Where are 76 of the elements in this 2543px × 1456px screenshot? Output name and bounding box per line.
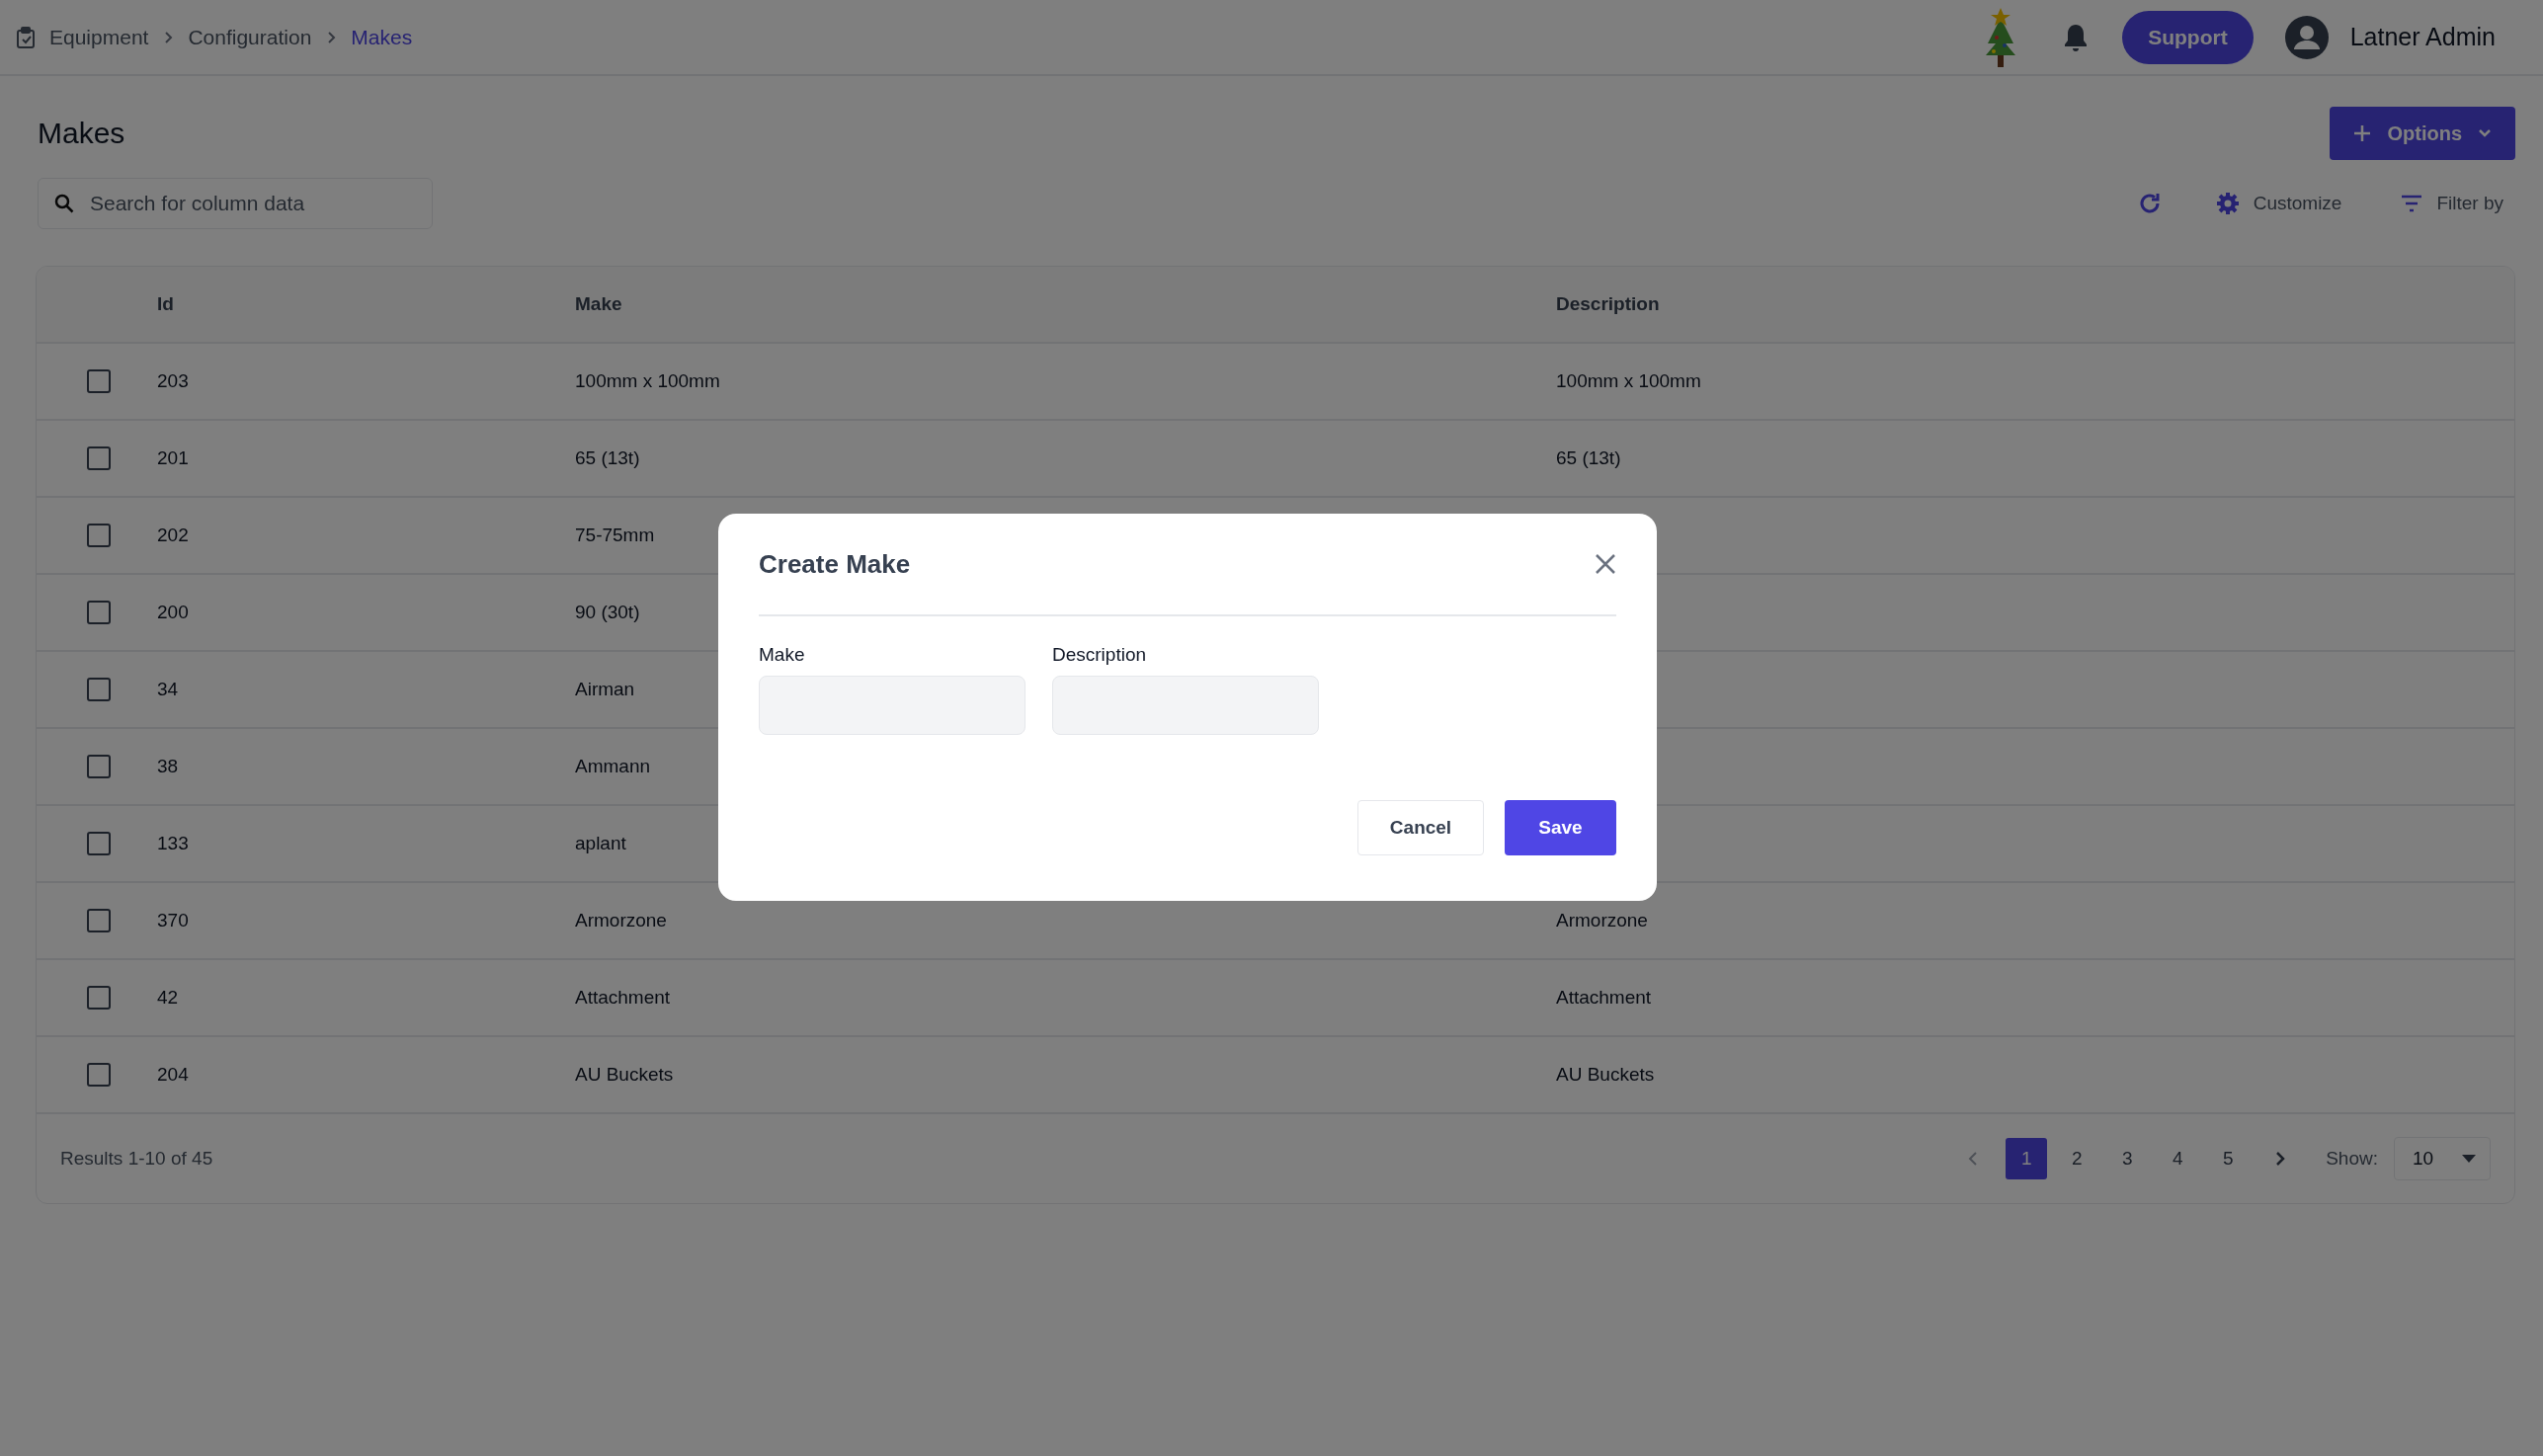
page-button[interactable]: 5 [2207, 1138, 2250, 1179]
page-button[interactable]: 4 [2157, 1138, 2199, 1179]
user-avatar-icon[interactable] [2284, 15, 2329, 59]
caret-down-icon [2462, 1155, 2476, 1163]
filter-button[interactable]: Filter by [2395, 192, 2509, 215]
page-button[interactable]: 2 [2056, 1138, 2098, 1179]
plus-icon [2353, 124, 2372, 142]
table-cell-text: 65 (13t) [1556, 447, 1622, 469]
row-checkbox[interactable] [87, 909, 111, 932]
breadcrumb-link[interactable]: Equipment [49, 25, 149, 49]
table-cell-text: aplant [575, 833, 627, 854]
row-checkbox[interactable] [87, 986, 111, 1010]
chevron-down-icon [2478, 128, 2492, 138]
input-field[interactable] [759, 676, 1025, 735]
breadcrumb-link[interactable]: Configuration [188, 25, 312, 49]
field-label: Description [1052, 644, 1148, 666]
show-label: Show: [2326, 1148, 2378, 1170]
table-cell-text: Armorzone [1556, 910, 1649, 931]
chevron-right-icon [325, 30, 338, 44]
column-header: Make [575, 293, 623, 315]
search-icon [54, 194, 74, 213]
customize-button[interactable]: Customize [2209, 191, 2348, 216]
save-button[interactable]: Save [1505, 800, 1616, 855]
support-button[interactable]: Support [2122, 10, 2254, 64]
row-checkbox[interactable] [87, 369, 111, 393]
row-checkbox[interactable] [87, 524, 111, 547]
table-cell-text: Airman [575, 679, 636, 700]
table-cell-text: 42 [157, 987, 180, 1009]
bell-icon[interactable] [2063, 22, 2090, 52]
table-cell-text: 38 [157, 756, 180, 777]
table-cell-text: 133 [157, 833, 190, 854]
breadcrumb-link[interactable]: Makes [351, 25, 413, 49]
field-label: Make [759, 644, 806, 666]
input-field[interactable] [1052, 676, 1319, 735]
modal-title: Create Make [759, 548, 911, 580]
options-button[interactable]: Options [2330, 107, 2515, 160]
table-cell-text: 203 [157, 370, 190, 392]
table-cell-text: Ammann [575, 756, 652, 777]
row-checkbox[interactable] [87, 678, 111, 701]
table-cell-text: 90 (30t) [575, 602, 641, 623]
row-checkbox[interactable] [87, 446, 111, 470]
row-checkbox[interactable] [87, 755, 111, 778]
page-button[interactable]: 1 [2006, 1138, 2048, 1179]
table-cell-text: 200 [157, 602, 190, 623]
search-field[interactable]: Search for column data [38, 178, 433, 229]
table-cell-text: AU Buckets [575, 1064, 675, 1086]
table-cell-text: 204 [157, 1064, 190, 1086]
results-count: Results 1-10 of 45 [60, 1148, 213, 1170]
table-cell-text: 201 [157, 447, 190, 469]
chevron-right-icon [162, 30, 175, 44]
table-cell-text: AU Buckets [1556, 1064, 1656, 1086]
filter-icon [2401, 195, 2423, 212]
column-header: Description [1556, 293, 1661, 315]
clipboard-check-icon [16, 26, 36, 48]
cancel-button[interactable]: Cancel [1357, 800, 1484, 855]
row-checkbox[interactable] [87, 1063, 111, 1087]
row-checkbox[interactable] [87, 832, 111, 855]
page-size-select[interactable]: 10 [2394, 1137, 2491, 1180]
table-cell-text: 202 [157, 525, 190, 546]
table-cell-text: 370 [157, 910, 190, 931]
table-cell-text: Attachment [575, 987, 672, 1009]
gear-icon [2215, 192, 2240, 215]
row-checkbox[interactable] [87, 601, 111, 624]
table-cell-text: Armorzone [575, 910, 668, 931]
table-cell-text: 65 (13t) [575, 447, 641, 469]
page-button[interactable]: 3 [2106, 1138, 2149, 1179]
column-header: Id [157, 293, 175, 315]
table-cell-text: Attachment [1556, 987, 1653, 1009]
table-cell-text: 100mm x 100mm [1556, 370, 1702, 392]
user-name: Latner Admin [2349, 23, 2496, 51]
table-cell-text: 100mm x 100mm [575, 370, 721, 392]
page-title: Makes [38, 117, 125, 150]
table-cell-text: 75-75mm [575, 525, 656, 546]
close-icon[interactable] [1595, 553, 1616, 575]
chevron-right-icon[interactable] [2274, 1151, 2287, 1167]
table-cell-text: 34 [157, 679, 180, 700]
